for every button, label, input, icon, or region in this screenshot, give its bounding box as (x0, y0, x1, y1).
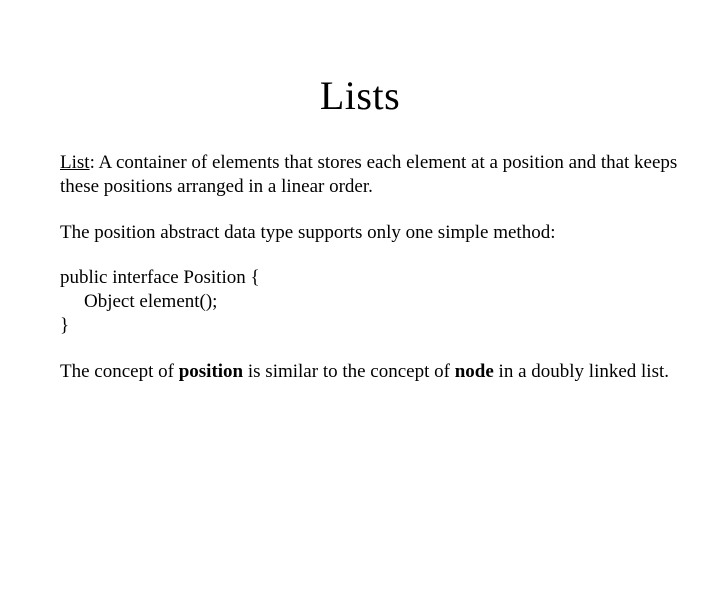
keyword-node: node (455, 361, 494, 382)
concept-text-1: The concept of (60, 361, 179, 382)
concept-text-3: in a doubly linked list. (494, 361, 669, 382)
concept-paragraph: The concept of position is similar to th… (60, 360, 680, 384)
slide: Lists List: A container of elements that… (0, 72, 720, 612)
definition-paragraph: List: A container of elements that store… (60, 151, 680, 199)
definition-text: : A container of elements that stores ea… (60, 152, 677, 197)
adt-intro: The position abstract data type supports… (60, 221, 680, 245)
concept-text-2: is similar to the concept of (243, 361, 455, 382)
code-line-1: public interface Position { (60, 266, 680, 290)
keyword-position: position (179, 361, 243, 382)
term-list: List (60, 152, 90, 173)
code-block: public interface Position { Object eleme… (60, 266, 680, 337)
slide-body: List: A container of elements that store… (60, 151, 680, 383)
code-line-3: } (60, 314, 680, 338)
code-line-2: Object element(); (60, 290, 680, 314)
slide-title: Lists (0, 72, 720, 119)
